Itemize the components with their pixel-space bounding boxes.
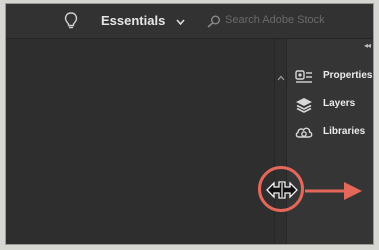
dock-item-libraries[interactable]: Libraries xyxy=(295,123,373,143)
chevron-down-icon[interactable] xyxy=(176,19,185,25)
dock-item-label: Libraries xyxy=(323,126,366,137)
properties-icon xyxy=(295,70,312,83)
arrow-right-icon xyxy=(305,182,362,200)
stock-search[interactable]: Search Adobe Stock xyxy=(201,10,361,32)
double-chevron-icon[interactable]: ◂◂ xyxy=(364,41,371,50)
libraries-icon xyxy=(295,127,313,138)
dock-item-label: Properties xyxy=(323,70,373,81)
dock-item-label: Layers xyxy=(323,98,356,109)
application-bar: Essentials Search Adobe Stock xyxy=(6,4,373,38)
layers-icon xyxy=(296,98,312,113)
app-window: Essentials Search Adobe Stock ◂◂ Propert… xyxy=(5,3,374,245)
dock-item-properties[interactable]: Properties xyxy=(295,67,373,87)
lightbulb-icon[interactable] xyxy=(64,12,78,30)
panel-dock: ◂◂ Properties Layers Libraries xyxy=(286,39,373,244)
search-input[interactable]: Search Adobe Stock xyxy=(225,14,325,26)
search-icon xyxy=(207,15,220,28)
workspace-switcher[interactable]: Essentials xyxy=(101,13,165,28)
chevron-up-icon[interactable] xyxy=(277,75,285,81)
resize-horizontal-icon[interactable] xyxy=(266,180,298,200)
dock-item-layers[interactable]: Layers xyxy=(295,95,373,115)
